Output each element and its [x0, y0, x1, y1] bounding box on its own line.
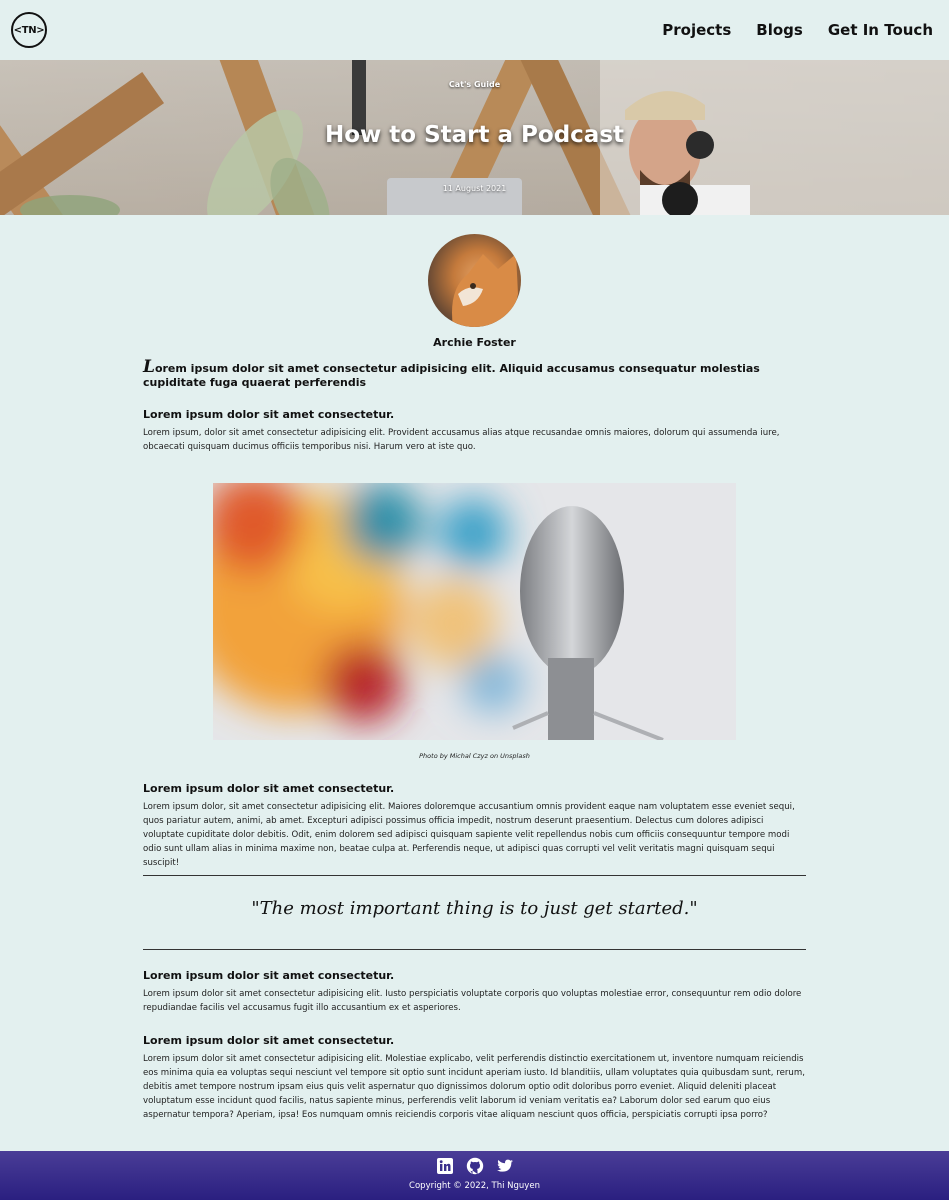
nav-blogs[interactable]: Blogs	[756, 21, 803, 39]
article-section: Lorem ipsum dolor sit amet consectetur. …	[143, 408, 806, 454]
post-date: 11 August 2021	[442, 184, 507, 193]
divider	[143, 875, 806, 876]
post-category: Cat's Guide	[448, 80, 501, 89]
author-avatar	[428, 234, 521, 327]
section-paragraph: Lorem ipsum, dolor sit amet consectetur …	[143, 428, 780, 452]
pull-quote: "The most important thing is to just get…	[251, 898, 698, 919]
main-nav: Projects Blogs Get In Touch	[662, 21, 933, 39]
author-name: Archie Foster	[433, 336, 516, 349]
nav-get-in-touch[interactable]: Get In Touch	[828, 21, 933, 39]
section-heading: Lorem ipsum dolor sit amet consectetur.	[143, 408, 395, 421]
section-heading: Lorem ipsum dolor sit amet consectetur.	[143, 782, 395, 795]
site-footer: Copyright © 2022, Thi Nguyen	[0, 1151, 949, 1200]
hero-banner: Cat's Guide How to Start a Podcast 11 Au…	[0, 60, 949, 215]
article-photo	[213, 483, 736, 740]
section-heading: Lorem ipsum dolor sit amet consectetur.	[143, 969, 395, 982]
article-section: Lorem ipsum dolor sit amet consectetur. …	[143, 782, 806, 870]
article-section: Lorem ipsum dolor sit amet consectetur. …	[143, 1034, 806, 1122]
section-heading: Lorem ipsum dolor sit amet consectetur.	[143, 1034, 395, 1047]
divider	[143, 949, 806, 950]
site-logo[interactable]: <TN>	[11, 12, 47, 48]
github-icon[interactable]	[466, 1157, 484, 1175]
lead-text: orem ipsum dolor sit amet consectetur ad…	[143, 362, 760, 389]
drop-cap: L	[143, 357, 155, 377]
nav-projects[interactable]: Projects	[662, 21, 731, 39]
section-paragraph: Lorem ipsum dolor sit amet consectetur a…	[143, 1054, 805, 1120]
article-lead: Lorem ipsum dolor sit amet consectetur a…	[143, 357, 806, 390]
copyright-text: Copyright © 2022, Thi Nguyen	[409, 1181, 540, 1191]
site-header: <TN> Projects Blogs Get In Touch	[0, 0, 949, 60]
post-title: How to Start a Podcast	[324, 122, 625, 148]
section-paragraph: Lorem ipsum dolor sit amet consectetur a…	[143, 989, 802, 1013]
social-links	[0, 1151, 949, 1175]
section-paragraph: Lorem ipsum dolor, sit amet consectetur …	[143, 802, 795, 868]
article-section: Lorem ipsum dolor sit amet consectetur. …	[143, 969, 806, 1015]
twitter-icon[interactable]	[496, 1157, 514, 1175]
photo-caption: Photo by Michal Czyz on Unsplash	[419, 752, 530, 760]
linkedin-icon[interactable]	[436, 1157, 454, 1175]
hero-text: Cat's Guide How to Start a Podcast 11 Au…	[0, 60, 949, 215]
